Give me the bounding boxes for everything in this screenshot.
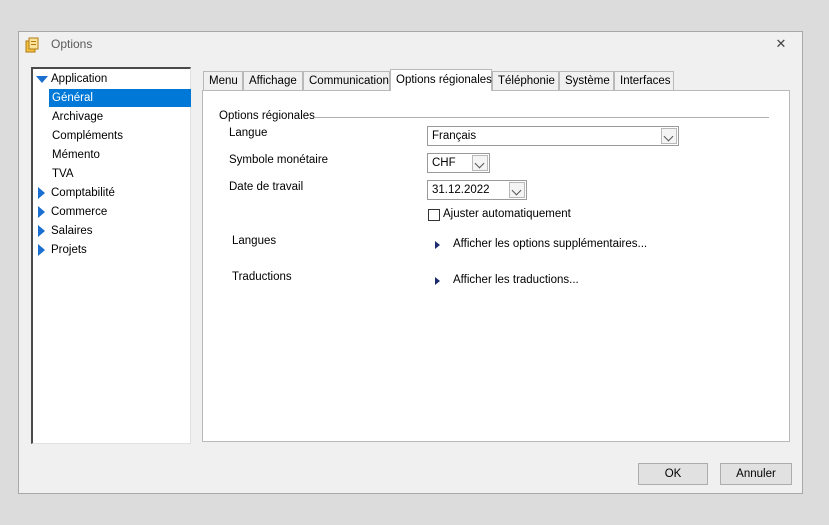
chevron-down-icon[interactable] <box>472 155 488 171</box>
regional-options-panel: Options régionales Langue Français Symbo… <box>202 90 790 442</box>
ok-button[interactable]: OK <box>638 463 708 485</box>
tab-menu[interactable]: Menu <box>203 71 243 90</box>
auto-adjust-checkbox[interactable] <box>428 209 440 221</box>
translations-label: Traductions <box>232 271 292 283</box>
collapsed-arrow-icon[interactable] <box>38 187 45 199</box>
collapsed-arrow-icon[interactable] <box>38 244 45 256</box>
currency-label: Symbole monétaire <box>229 154 329 166</box>
language-label: Langue <box>229 127 268 139</box>
options-dialog: Options ✕ Application Général Archivage … <box>18 31 803 494</box>
tree-item-projets[interactable]: Projets <box>33 241 90 259</box>
tree-item-general[interactable]: Général <box>49 89 191 107</box>
collapsed-arrow-icon[interactable] <box>38 206 45 218</box>
tree-item-salaires[interactable]: Salaires <box>33 222 96 240</box>
close-icon[interactable]: ✕ <box>772 35 790 53</box>
tree-item-commerce[interactable]: Commerce <box>33 203 110 221</box>
show-translations-link[interactable]: Afficher les traductions... <box>453 274 579 286</box>
tab-telephonie[interactable]: Téléphonie <box>492 71 559 90</box>
language-select[interactable]: Français <box>427 126 679 146</box>
window-title: Options <box>51 37 93 51</box>
show-more-options-link[interactable]: Afficher les options supplémentaires... <box>453 238 647 250</box>
tab-affichage[interactable]: Affichage <box>243 71 303 90</box>
chevron-down-icon[interactable] <box>509 182 525 198</box>
collapsed-arrow-icon[interactable] <box>38 225 45 237</box>
group-divider <box>315 117 769 118</box>
tab-communication[interactable]: Communication <box>303 71 390 90</box>
tab-interfaces[interactable]: Interfaces <box>614 71 674 90</box>
title-bar: Options ✕ <box>19 32 802 58</box>
expand-arrow-icon[interactable] <box>435 241 440 249</box>
workdate-picker[interactable]: 31.12.2022 <box>427 180 527 200</box>
tree-item-archivage[interactable]: Archivage <box>49 108 106 126</box>
tree-item-tva[interactable]: TVA <box>49 165 77 183</box>
cancel-button[interactable]: Annuler <box>720 463 792 485</box>
workdate-label: Date de travail <box>229 181 304 193</box>
expand-arrow-icon[interactable] <box>435 277 440 285</box>
group-title: Options régionales <box>219 110 319 122</box>
app-icon <box>25 37 39 53</box>
expanded-arrow-icon[interactable] <box>36 76 48 83</box>
languages-label: Langues <box>232 235 277 247</box>
currency-select[interactable]: CHF <box>427 153 490 173</box>
chevron-down-icon[interactable] <box>661 128 677 144</box>
tree-item-memento[interactable]: Mémento <box>49 146 103 164</box>
tree-item-comptabilite[interactable]: Comptabilité <box>33 184 118 202</box>
tree-item-complements[interactable]: Compléments <box>49 127 126 145</box>
tab-systeme[interactable]: Système <box>559 71 614 90</box>
auto-adjust-label[interactable]: Ajuster automatiquement <box>443 208 571 220</box>
tab-options-regionales[interactable]: Options régionales <box>390 69 492 91</box>
tree-item-application[interactable]: Application <box>33 70 110 88</box>
category-tree[interactable]: Application Général Archivage Complément… <box>31 67 191 444</box>
